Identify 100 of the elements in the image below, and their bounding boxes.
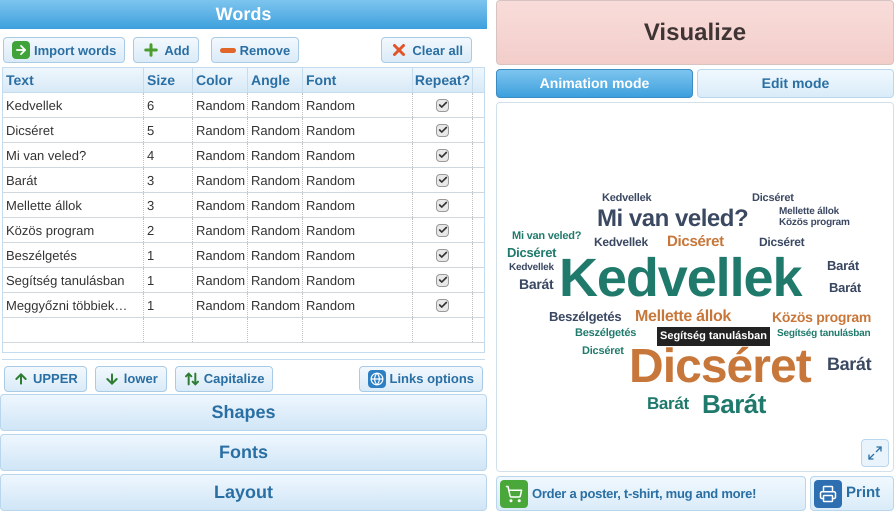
import-button[interactable]: Import words — [3, 37, 126, 64]
cloud-word: Kedvellek — [602, 193, 652, 204]
table-cell: Random — [303, 268, 413, 292]
section-header[interactable]: Layout — [0, 474, 487, 511]
expand-icon — [867, 445, 883, 461]
cloud-word: Dicséret — [507, 246, 556, 259]
table-cell: Mi van veled? — [3, 143, 144, 168]
cloud-word: Dicséret — [629, 343, 811, 391]
table-cell: Beszélgetés — [3, 243, 144, 268]
table-cell: Közös program — [3, 218, 144, 242]
lower-button[interactable]: lower — [94, 366, 167, 392]
table-cell: Random — [303, 143, 413, 168]
clear-all-button[interactable]: Clear all — [381, 37, 472, 64]
table-cell: 5 — [144, 118, 193, 142]
print-button[interactable]: Print — [810, 476, 894, 511]
table-cell: Random — [248, 293, 303, 318]
cloud-word: Kedvellek — [594, 236, 648, 248]
capitalize-button[interactable]: Capitalize — [174, 366, 274, 392]
table-cell: 4 — [144, 143, 193, 168]
checkbox[interactable] — [436, 174, 449, 187]
cloud-word: Barát — [827, 259, 859, 272]
table-cell: Random — [303, 118, 413, 142]
table-cell: 3 — [144, 193, 193, 218]
cloud-word: Mi van veled? — [512, 231, 582, 242]
table-cell: Random — [193, 218, 248, 242]
table-cell: Random — [193, 143, 248, 168]
cloud-word: Beszélgetés — [575, 328, 636, 339]
cloud-word: Dicséret — [752, 193, 794, 204]
cloud-word: Beszélgetés — [549, 310, 622, 323]
checkbox[interactable] — [436, 224, 449, 237]
mode-tab[interactable]: Animation mode — [496, 69, 693, 98]
cloud-word: Mi van veled? — [597, 207, 748, 231]
table-cell: Random — [193, 293, 248, 318]
globe-icon — [368, 370, 386, 388]
cloud-word: Barát — [519, 277, 554, 291]
checkbox[interactable] — [436, 124, 449, 137]
checkbox[interactable] — [436, 298, 449, 312]
mode-tab[interactable]: Edit mode — [697, 69, 894, 98]
table-cell: 2 — [144, 218, 193, 242]
table-cell: Random — [193, 168, 248, 192]
printer-icon — [814, 480, 842, 508]
section-header[interactable]: Shapes — [0, 394, 487, 431]
table-cell: Barát — [3, 168, 144, 192]
table-cell: Random — [303, 193, 413, 218]
table-cell: Random — [248, 93, 303, 118]
column-header[interactable]: Size — [144, 68, 193, 92]
section-header[interactable]: Fonts — [0, 434, 487, 471]
links-button[interactable]: Links options — [358, 366, 483, 392]
order-button[interactable]: Order a poster, t-shirt, mug and more! — [496, 476, 806, 511]
add-button[interactable]: Add — [133, 37, 199, 64]
table-cell: Random — [193, 268, 248, 292]
table-cell: Random — [248, 243, 303, 268]
cloud-word: Mellette állok — [779, 207, 839, 217]
table-cell: 1 — [144, 293, 193, 318]
checkbox[interactable] — [436, 198, 449, 212]
cloud-word: Dicséret — [759, 236, 804, 248]
table-cell: Kedvellek — [3, 93, 144, 118]
cloud-word: Mellette állok — [635, 309, 731, 325]
minus-icon — [220, 48, 236, 53]
cloud-word: Dicséret — [582, 346, 624, 357]
column-header[interactable]: Text — [3, 68, 144, 92]
table-cell: Random — [248, 193, 303, 218]
checkbox[interactable] — [436, 98, 449, 112]
table-cell: Random — [193, 118, 248, 142]
table-cell: 3 — [144, 168, 193, 192]
table-cell: 6 — [144, 93, 193, 118]
table-cell: Dicséret — [3, 118, 144, 142]
table-cell: Random — [248, 118, 303, 142]
cloud-word: Dicséret — [667, 234, 724, 249]
cloud-word: Barát — [829, 281, 861, 294]
panel-header[interactable]: Words — [0, 0, 487, 30]
table-cell: Random — [193, 93, 248, 118]
table-cell: Random — [248, 218, 303, 242]
table-cell: Random — [193, 193, 248, 218]
column-header[interactable]: Color — [193, 68, 248, 92]
table-cell: Random — [303, 168, 413, 192]
cloud-word: Kedvellek — [509, 263, 554, 273]
table-cell: Random — [303, 93, 413, 118]
cloud-word: Barát — [702, 391, 766, 417]
cloud-word: Kedvellek — [559, 251, 802, 305]
cloud-word: Közös program — [779, 218, 850, 228]
table-cell: Mellette állok — [3, 193, 144, 218]
table-cell: Random — [303, 293, 413, 318]
table-cell: Random — [303, 243, 413, 268]
fullscreen-button[interactable] — [861, 439, 889, 467]
visualize-button[interactable]: Visualize — [496, 0, 894, 65]
remove-button[interactable]: Remove — [210, 37, 300, 64]
table-cell: 1 — [144, 268, 193, 292]
checkbox[interactable] — [436, 274, 449, 287]
cloud-word: Közös program — [772, 310, 872, 324]
column-header[interactable]: Font — [303, 68, 413, 92]
cloud-word: Barát — [647, 395, 689, 412]
checkbox[interactable] — [436, 148, 449, 162]
upper-button[interactable]: UPPER — [4, 366, 87, 392]
table-cell: Random — [193, 243, 248, 268]
table-cell: Meggyőzni többiek… — [3, 293, 144, 318]
table-cell: Segítség tanulásban — [3, 268, 144, 292]
column-header[interactable]: Repeat? — [413, 68, 473, 92]
checkbox[interactable] — [436, 248, 449, 262]
column-header[interactable]: Angle — [248, 68, 303, 92]
